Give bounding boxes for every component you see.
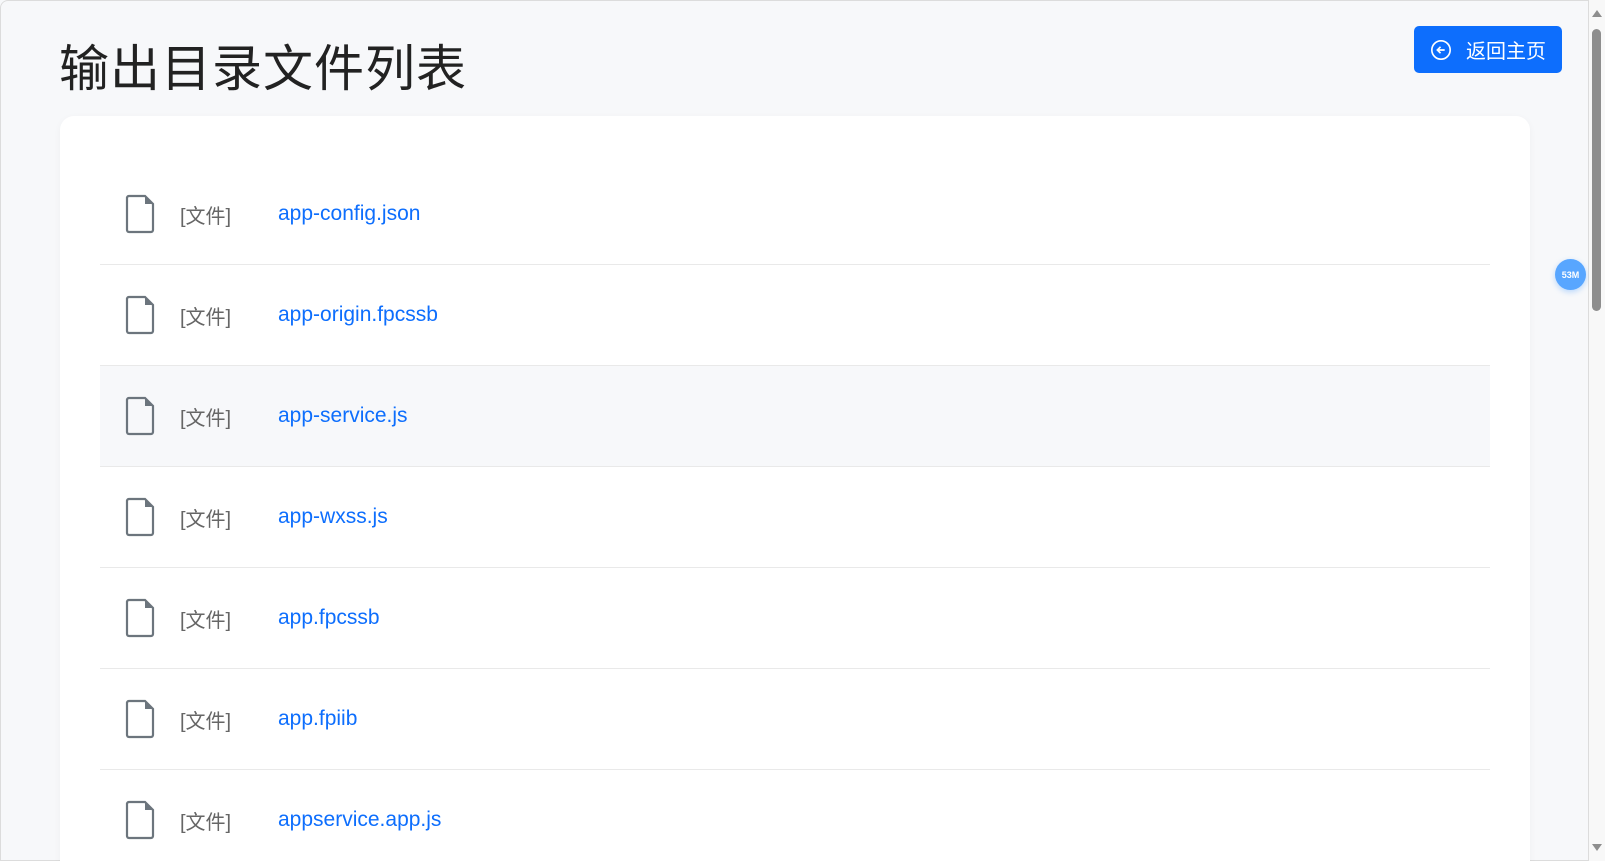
scrollbar-thumb[interactable] [1592,29,1601,311]
scrollbar[interactable] [1589,0,1605,861]
file-icon [125,699,155,739]
file-link[interactable]: app-origin.fpcssb [278,303,438,327]
file-type-label: [文件] [180,710,232,733]
file-link[interactable]: app.fpcssb [278,606,380,630]
page-title: 输出目录文件列表 [59,41,467,97]
file-row: [文件] appservice.app.js [100,770,1490,861]
memory-badge[interactable]: 53M [1555,259,1586,290]
file-type-label: [文件] [180,609,232,632]
file-icon [125,194,155,234]
file-row: [文件] app-origin.fpcssb [100,265,1490,366]
file-row: [文件] app-service.js [100,366,1490,467]
arrow-left-circle-icon [1431,39,1451,60]
scroll-up-icon[interactable] [1592,10,1602,17]
scroll-down-icon[interactable] [1592,844,1602,851]
file-icon [125,598,155,638]
file-type-label: [文件] [180,306,232,329]
file-type-label: [文件] [180,205,232,228]
file-link[interactable]: app.fpiib [278,707,357,731]
file-link[interactable]: app-service.js [278,404,408,428]
back-home-label: 返回主页 [1466,41,1546,63]
file-row: [文件] app.fpiib [100,669,1490,770]
back-home-button[interactable]: 返回主页 [1414,26,1562,73]
file-list-card: [文件] app-config.json [文件] app-origin.fpc… [60,116,1530,861]
file-type-label: [文件] [180,811,232,834]
file-type-label: [文件] [180,508,232,531]
file-icon [125,800,155,840]
page: 输出目录文件列表 返回主页 [文件] app-config.json [文件] … [0,0,1589,861]
file-icon [125,295,155,335]
file-link[interactable]: appservice.app.js [278,808,441,832]
file-list: [文件] app-config.json [文件] app-origin.fpc… [100,164,1490,861]
file-icon [125,497,155,537]
file-link[interactable]: app-config.json [278,202,420,226]
file-icon [125,396,155,436]
file-row: [文件] app.fpcssb [100,568,1490,669]
file-row: [文件] app-config.json [100,164,1490,265]
file-row: [文件] app-wxss.js [100,467,1490,568]
file-link[interactable]: app-wxss.js [278,505,388,529]
file-type-label: [文件] [180,407,232,430]
